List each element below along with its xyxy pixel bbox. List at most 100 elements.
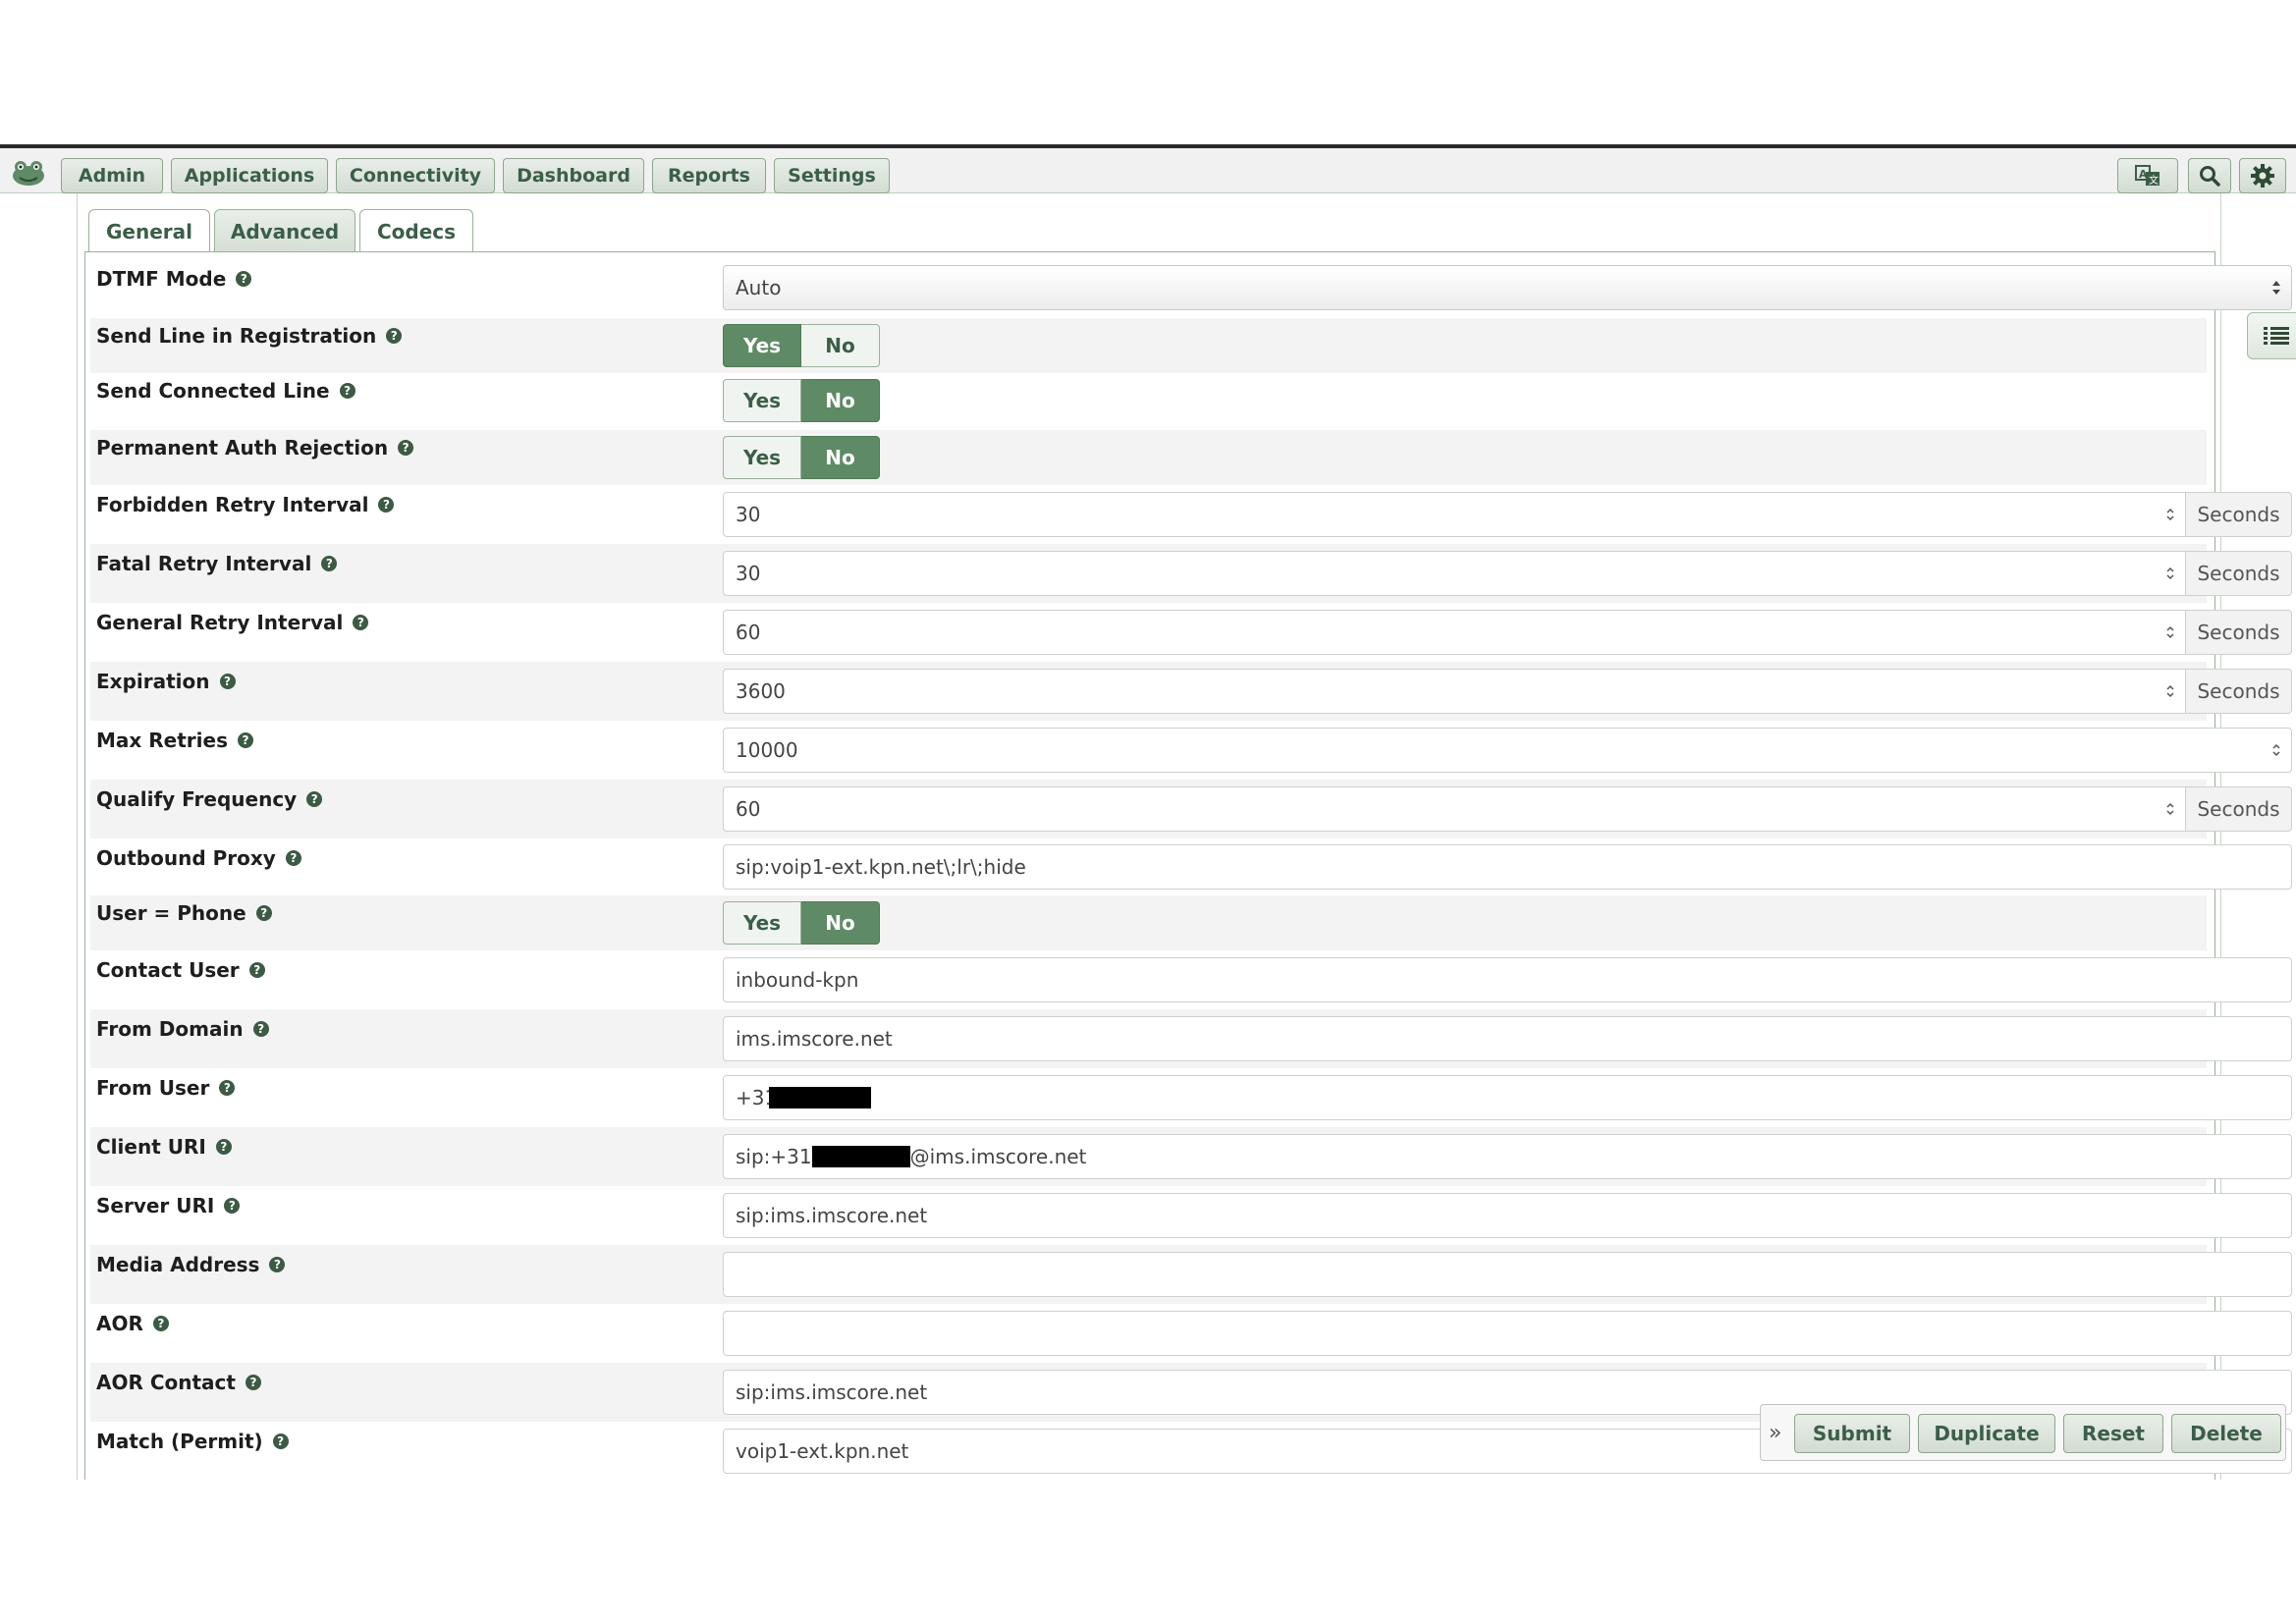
qualify-frequency-input[interactable]: 60 <box>723 786 2186 832</box>
menu-reports-button[interactable]: Reports <box>652 158 766 193</box>
row-permanent-auth-rejection: Permanent Auth Rejection? Yes No <box>90 430 2207 485</box>
seconds-unit-label: Seconds <box>2186 669 2292 714</box>
from-domain-input[interactable]: ims.imscore.net <box>723 1016 2292 1061</box>
yes-button[interactable]: Yes <box>723 324 801 367</box>
search-icon <box>2200 166 2220 187</box>
qualify-frequency-label: Qualify Frequency? <box>96 787 323 811</box>
reset-button[interactable]: Reset <box>2063 1414 2163 1453</box>
fatal-retry-interval-input[interactable]: 30 <box>723 551 2186 596</box>
help-icon[interactable]: ? <box>398 440 414 456</box>
row-outbound-proxy: Outbound Proxy? sip:voip1-ext.kpn.net\;l… <box>90 838 2292 895</box>
menu-admin-button[interactable]: Admin <box>61 158 163 193</box>
row-expiration: Expiration? 3600 Seconds <box>90 662 2292 721</box>
svg-text:文: 文 <box>2149 174 2159 187</box>
help-icon[interactable]: ? <box>237 732 253 748</box>
stepper-icon[interactable] <box>2165 681 2175 701</box>
dtmf-mode-select[interactable]: Auto <box>723 265 2292 310</box>
redaction-bar <box>811 1146 910 1167</box>
duplicate-button[interactable]: Duplicate <box>1918 1414 2055 1453</box>
row-media-address: Media Address? <box>90 1245 2292 1304</box>
permanent-auth-rejection-label: Permanent Auth Rejection? <box>96 436 414 460</box>
stepper-icon[interactable] <box>2165 799 2175 819</box>
top-navigation-bar: Admin Applications Connectivity Dashboar… <box>0 144 2296 193</box>
help-icon[interactable]: ? <box>321 556 338 571</box>
select-arrows-icon <box>2272 281 2280 295</box>
list-icon <box>2264 327 2289 345</box>
media-address-input[interactable] <box>723 1252 2292 1297</box>
help-icon[interactable]: ? <box>378 497 395 513</box>
help-icon[interactable]: ? <box>272 1433 289 1449</box>
submit-button[interactable]: Submit <box>1794 1414 1910 1453</box>
no-button[interactable]: No <box>801 901 880 945</box>
search-button[interactable] <box>2188 158 2231 193</box>
no-button[interactable]: No <box>801 436 880 479</box>
dtmf-mode-label: DTMF Mode? <box>96 267 252 291</box>
send-connected-line-toggle: Yes No <box>723 379 880 422</box>
stepper-icon[interactable] <box>2165 622 2175 642</box>
outbound-proxy-input[interactable]: sip:voip1-ext.kpn.net\;lr\;hide <box>723 844 2292 890</box>
send-line-in-registration-label: Send Line in Registration? <box>96 324 403 348</box>
row-aor: AOR? <box>90 1304 2292 1363</box>
contact-user-label: Contact User? <box>96 958 265 982</box>
menu-settings-button[interactable]: Settings <box>774 158 890 193</box>
aor-input[interactable] <box>723 1311 2292 1356</box>
menu-connectivity-button[interactable]: Connectivity <box>336 158 495 193</box>
help-icon[interactable]: ? <box>245 1375 261 1390</box>
stepper-icon[interactable] <box>2271 740 2281 760</box>
stepper-icon[interactable] <box>2165 564 2175 583</box>
server-uri-input[interactable]: sip:ims.imscore.net <box>723 1193 2292 1238</box>
help-icon[interactable]: ? <box>255 905 272 921</box>
no-button[interactable]: No <box>801 379 880 422</box>
frog-logo-icon[interactable] <box>10 158 47 188</box>
stepper-icon[interactable] <box>2165 505 2175 524</box>
from-user-input[interactable]: +31 <box>723 1075 2292 1120</box>
tab-general[interactable]: General <box>88 209 210 252</box>
translate-button[interactable]: A 文 <box>2117 158 2178 193</box>
yes-button[interactable]: Yes <box>723 379 801 422</box>
help-icon[interactable]: ? <box>339 383 355 399</box>
redaction-bar <box>769 1087 872 1108</box>
expiration-label: Expiration? <box>96 670 236 693</box>
aor-label: AOR? <box>96 1312 169 1335</box>
side-panel-toggle[interactable] <box>2247 312 2296 359</box>
help-icon[interactable]: ? <box>152 1316 169 1331</box>
translate-icon: A 文 <box>2135 165 2159 187</box>
tab-advanced[interactable]: Advanced <box>214 209 355 252</box>
row-server-uri: Server URI? sip:ims.imscore.net <box>90 1186 2292 1245</box>
forbidden-retry-interval-input[interactable]: 30 <box>723 492 2186 537</box>
help-icon[interactable]: ? <box>248 962 265 978</box>
match-permit-label: Match (Permit)? <box>96 1430 289 1453</box>
client-uri-input[interactable]: sip:+31 @ims.imscore.net <box>723 1134 2292 1179</box>
expiration-input[interactable]: 3600 <box>723 669 2186 714</box>
menu-dashboard-button[interactable]: Dashboard <box>503 158 644 193</box>
user-phone-toggle: Yes No <box>723 901 880 945</box>
collapse-chevron-icon[interactable]: » <box>1769 1421 1781 1445</box>
seconds-unit-label: Seconds <box>2186 610 2292 655</box>
menu-applications-button[interactable]: Applications <box>171 158 328 193</box>
delete-button[interactable]: Delete <box>2171 1414 2281 1453</box>
row-qualify-frequency: Qualify Frequency? 60 Seconds <box>90 780 2292 838</box>
help-icon[interactable]: ? <box>236 271 252 287</box>
row-send-connected-line: Send Connected Line? Yes No <box>90 373 2207 430</box>
max-retries-input[interactable]: 10000 <box>723 728 2292 773</box>
general-retry-interval-input[interactable]: 60 <box>723 610 2186 655</box>
tab-codecs[interactable]: Codecs <box>359 209 473 252</box>
contact-user-input[interactable]: inbound-kpn <box>723 957 2292 1002</box>
from-domain-label: From Domain? <box>96 1017 269 1041</box>
yes-button[interactable]: Yes <box>723 901 801 945</box>
help-icon[interactable]: ? <box>269 1257 286 1272</box>
help-icon[interactable]: ? <box>219 1080 236 1096</box>
help-icon[interactable]: ? <box>285 850 301 866</box>
help-icon[interactable]: ? <box>386 328 403 344</box>
settings-button[interactable] <box>2239 158 2286 193</box>
help-icon[interactable]: ? <box>219 674 236 689</box>
user-phone-label: User = Phone? <box>96 901 272 925</box>
yes-button[interactable]: Yes <box>723 436 801 479</box>
gear-icon <box>2251 164 2274 188</box>
no-button[interactable]: No <box>801 324 880 367</box>
help-icon[interactable]: ? <box>306 791 323 807</box>
help-icon[interactable]: ? <box>215 1139 232 1155</box>
help-icon[interactable]: ? <box>353 615 369 630</box>
help-icon[interactable]: ? <box>252 1021 269 1037</box>
help-icon[interactable]: ? <box>224 1198 241 1214</box>
